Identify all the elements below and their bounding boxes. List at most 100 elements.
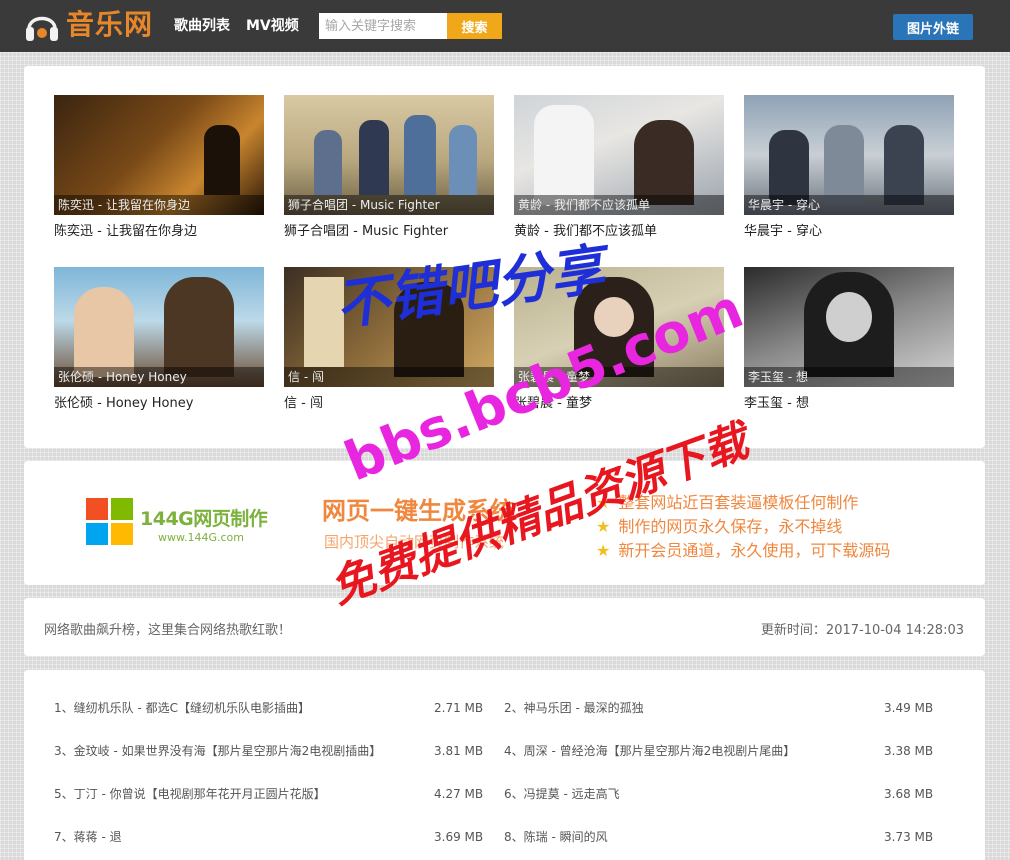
thumbnail-figure xyxy=(314,130,342,195)
video-thumbnail[interactable]: 华晨宇 - 穿心 xyxy=(744,95,954,215)
nav-song-list[interactable]: 歌曲列表 xyxy=(174,16,230,36)
video-title[interactable]: 狮子合唱团 - Music Fighter xyxy=(284,223,494,241)
windows-logo-icon xyxy=(86,498,134,546)
song-size: 2.71 MB xyxy=(434,701,484,715)
video-thumbnail[interactable]: 陈奕迅 - 让我留在你身边 xyxy=(54,95,264,215)
star-icon: ★ xyxy=(596,541,611,560)
thumbnail-figure xyxy=(359,120,389,195)
search-input[interactable] xyxy=(319,13,447,39)
song-row[interactable]: 2、神马乐团 - 最深的孤独 3.49 MB xyxy=(504,698,934,718)
thumbnail-figure xyxy=(74,287,134,377)
ad-feature-text: 整套网站近百套装逼模板任何制作 xyxy=(618,493,859,512)
gallery-card[interactable]: 黄龄 - 我们都不应该孤单 黄龄 - 我们都不应该孤单 xyxy=(514,95,724,241)
thumbnail-caption: 信 - 闯 xyxy=(284,367,494,387)
thumbnail-figure xyxy=(404,115,436,195)
song-size: 3.49 MB xyxy=(884,701,934,715)
ad-feature-item: ★ 整套网站近百套装逼模板任何制作 xyxy=(596,489,858,513)
ad-feature-item: ★ 新开会员通道，永久使用，可下载源码 xyxy=(596,537,890,561)
star-icon: ★ xyxy=(596,517,611,536)
nav-mv-video[interactable]: MV视频 xyxy=(246,16,299,36)
song-row[interactable]: 1、缝纫机乐队 - 都选C【缝纫机乐队电影插曲】 2.71 MB xyxy=(54,698,484,718)
thumbnail-figure xyxy=(824,125,864,205)
video-thumbnail[interactable]: 信 - 闯 xyxy=(284,267,494,387)
song-size: 3.38 MB xyxy=(884,744,934,758)
song-name[interactable]: 5、丁汀 - 你曾说【电视剧那年花开月正圆片花版】 xyxy=(54,784,326,804)
ad-feature-text: 制作的网页永久保存，永不掉线 xyxy=(618,517,843,536)
video-thumbnail[interactable]: 张伦硕 - Honey Honey xyxy=(54,267,264,387)
gallery-card[interactable]: 张碧晨 - 童梦 张碧晨 - 童梦 xyxy=(514,267,724,413)
video-thumbnail[interactable]: 张碧晨 - 童梦 xyxy=(514,267,724,387)
video-title[interactable]: 信 - 闯 xyxy=(284,395,494,413)
thumbnail-caption: 张碧晨 - 童梦 xyxy=(514,367,724,387)
thumbnail-caption: 黄龄 - 我们都不应该孤单 xyxy=(514,195,724,215)
update-time: 更新时间：2017-10-04 14:28:03 xyxy=(760,623,964,638)
thumbnail-figure xyxy=(594,297,634,337)
video-title[interactable]: 黄龄 - 我们都不应该孤单 xyxy=(514,223,724,241)
song-name[interactable]: 3、金玟岐 - 如果世界没有海【那片星空那片海2电视剧插曲】 xyxy=(54,741,381,761)
thumbnail-caption: 李玉玺 - 想 xyxy=(744,367,954,387)
thumbnail-caption: 张伦硕 - Honey Honey xyxy=(54,367,264,387)
song-name[interactable]: 1、缝纫机乐队 - 都选C【缝纫机乐队电影插曲】 xyxy=(54,698,310,718)
video-title[interactable]: 李玉玺 - 想 xyxy=(744,395,954,413)
gallery-card[interactable]: 陈奕迅 - 让我留在你身边 陈奕迅 - 让我留在你身边 xyxy=(54,95,264,241)
thumbnail-figure xyxy=(204,125,240,195)
star-icon: ★ xyxy=(596,493,611,512)
song-name[interactable]: 7、蒋蒋 - 退 xyxy=(54,827,122,847)
video-title[interactable]: 华晨宇 - 穿心 xyxy=(744,223,954,241)
headphones-icon xyxy=(26,16,58,41)
gallery-card[interactable]: 李玉玺 - 想 李玉玺 - 想 xyxy=(744,267,954,413)
song-row[interactable]: 6、冯提莫 - 远走高飞 3.68 MB xyxy=(504,784,934,804)
image-link-button[interactable]: 图片外链 xyxy=(893,14,973,40)
song-size: 4.27 MB xyxy=(434,787,484,801)
thumbnail-figure xyxy=(449,125,477,195)
gallery-card[interactable]: 狮子合唱团 - Music Fighter 狮子合唱团 - Music Figh… xyxy=(284,95,494,241)
top-header: 音乐网 歌曲列表 MV视频 搜索 图片外链 xyxy=(0,0,1010,52)
chart-description: 网络歌曲飙升榜，这里集合网络热歌红歌！ xyxy=(44,623,292,638)
thumbnail-artwork xyxy=(74,135,164,165)
song-size: 3.68 MB xyxy=(884,787,934,801)
song-name[interactable]: 2、神马乐团 - 最深的孤独 xyxy=(504,698,644,718)
video-thumbnail[interactable]: 李玉玺 - 想 xyxy=(744,267,954,387)
song-row[interactable]: 4、周深 - 曾经沧海【那片星空那片海2电视剧片尾曲】 3.38 MB xyxy=(504,741,934,761)
thumbnail-figure xyxy=(394,282,464,377)
thumbnail-figure xyxy=(826,292,872,342)
ad-banner[interactable]: 144G网页制作 www.144G.com 网页一键生成系统 国内顶尖自动网页制… xyxy=(24,461,985,585)
ad-brand-site: www.144G.com xyxy=(158,531,244,544)
video-title[interactable]: 张伦硕 - Honey Honey xyxy=(54,395,264,413)
video-title[interactable]: 陈奕迅 - 让我留在你身边 xyxy=(54,223,264,241)
thumbnail-caption: 陈奕迅 - 让我留在你身边 xyxy=(54,195,264,215)
thumbnail-artwork xyxy=(304,277,344,367)
video-thumbnail[interactable]: 黄龄 - 我们都不应该孤单 xyxy=(514,95,724,215)
song-list-panel: 1、缝纫机乐队 - 都选C【缝纫机乐队电影插曲】 2.71 MB 2、神马乐团 … xyxy=(24,670,985,860)
song-row[interactable]: 8、陈瑞 - 瞬间的风 3.73 MB xyxy=(504,827,934,847)
ad-feature-item: ★ 制作的网页永久保存，永不掉线 xyxy=(596,513,842,537)
video-thumbnail[interactable]: 狮子合唱团 - Music Fighter xyxy=(284,95,494,215)
song-row[interactable]: 5、丁汀 - 你曾说【电视剧那年花开月正圆片花版】 4.27 MB xyxy=(54,784,484,804)
ad-feature-text: 新开会员通道，永久使用，可下载源码 xyxy=(618,541,891,560)
gallery-card[interactable]: 张伦硕 - Honey Honey 张伦硕 - Honey Honey xyxy=(54,267,264,413)
ad-headline: 网页一键生成系统 xyxy=(322,496,514,525)
site-logo-text[interactable]: 音乐网 xyxy=(66,6,153,44)
song-name[interactable]: 6、冯提莫 - 远走高飞 xyxy=(504,784,620,804)
thumbnail-figure xyxy=(884,125,924,205)
song-name[interactable]: 8、陈瑞 - 瞬间的风 xyxy=(504,827,608,847)
song-size: 3.73 MB xyxy=(884,830,934,844)
song-row[interactable]: 7、蒋蒋 - 退 3.69 MB xyxy=(54,827,484,847)
chart-info-bar: 网络歌曲飙升榜，这里集合网络热歌红歌！ 更新时间：2017-10-04 14:2… xyxy=(24,598,985,656)
song-size: 3.81 MB xyxy=(434,744,484,758)
thumbnail-caption: 狮子合唱团 - Music Fighter xyxy=(284,195,494,215)
search-button[interactable]: 搜索 xyxy=(447,13,502,39)
thumbnail-caption: 华晨宇 - 穿心 xyxy=(744,195,954,215)
song-row[interactable]: 3、金玟岐 - 如果世界没有海【那片星空那片海2电视剧插曲】 3.81 MB xyxy=(54,741,484,761)
thumbnail-figure xyxy=(634,120,694,205)
ad-brand-name: 144G网页制作 xyxy=(140,508,268,530)
video-gallery-panel: 陈奕迅 - 让我留在你身边 陈奕迅 - 让我留在你身边 狮子合唱团 - Musi… xyxy=(24,66,985,448)
video-title[interactable]: 张碧晨 - 童梦 xyxy=(514,395,724,413)
thumbnail-figure xyxy=(534,105,594,205)
gallery-card[interactable]: 华晨宇 - 穿心 华晨宇 - 穿心 xyxy=(744,95,954,241)
thumbnail-figure xyxy=(769,130,809,205)
song-size: 3.69 MB xyxy=(434,830,484,844)
song-name[interactable]: 4、周深 - 曾经沧海【那片星空那片海2电视剧片尾曲】 xyxy=(504,741,795,761)
thumbnail-figure xyxy=(164,277,234,377)
gallery-card[interactable]: 信 - 闯 信 - 闯 xyxy=(284,267,494,413)
